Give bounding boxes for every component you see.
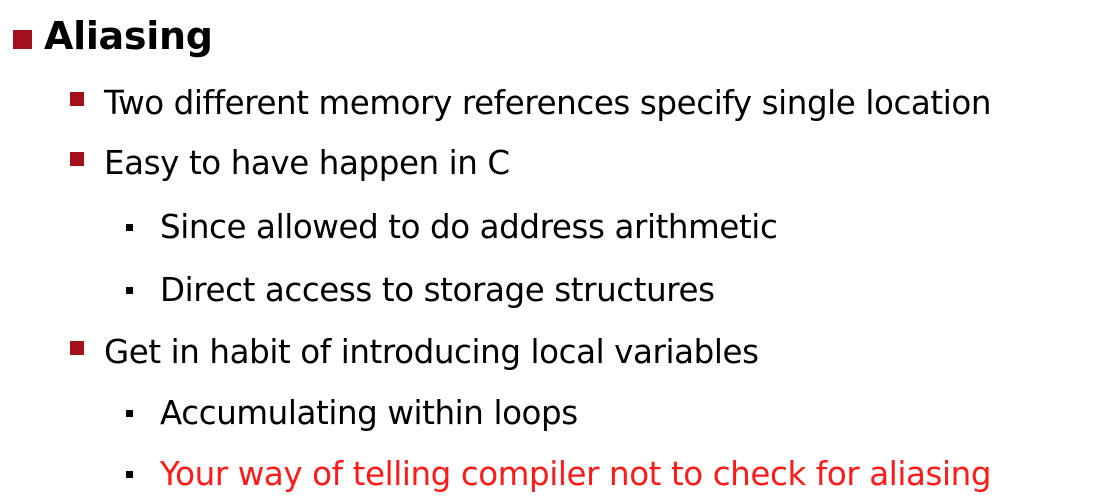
heading-title: Aliasing [44,14,213,58]
highlighted-sub-bullet-text: Your way of telling compiler not to chec… [160,455,992,493]
bullet-item: Two different memory references specify … [70,75,991,131]
bullet-text: Two different memory references specify … [104,84,992,122]
bullet-item: Get in habit of introducing local variab… [70,324,759,380]
small-square-bullet-icon [126,223,133,231]
small-square-bullet-icon [126,409,133,417]
square-bullet-icon [70,92,84,106]
sub-bullet-item: Accumulating within loops [126,385,578,441]
sub-bullet-item: Direct access to storage structures [126,262,715,318]
small-square-bullet-icon [126,286,133,294]
square-bullet-icon [70,341,84,355]
sub-bullet-text: Since allowed to do address arithmetic [160,208,778,246]
square-bullet-icon [13,29,32,49]
bullet-text: Get in habit of introducing local variab… [104,333,759,371]
bullet-text: Easy to have happen in C [104,144,510,182]
slide-heading: Aliasing [13,8,213,64]
sub-bullet-text: Accumulating within loops [160,394,578,432]
bullet-item: Easy to have happen in C [70,135,510,191]
sub-bullet-item-highlighted: Your way of telling compiler not to chec… [126,446,992,502]
small-square-bullet-icon [126,470,133,478]
square-bullet-icon [70,152,84,166]
slide: Aliasing Two different memory references… [0,0,1100,502]
sub-bullet-item: Since allowed to do address arithmetic [126,199,778,255]
sub-bullet-text: Direct access to storage structures [160,271,715,309]
